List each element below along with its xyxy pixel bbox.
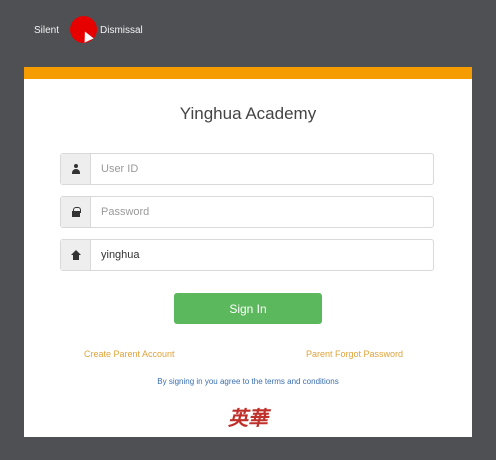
- top-bar: Silent Dismissal: [0, 0, 496, 62]
- sign-in-button[interactable]: Sign In: [174, 293, 322, 324]
- user-icon: [71, 164, 81, 174]
- school-input[interactable]: [101, 247, 421, 263]
- user-id-field: [60, 153, 434, 185]
- home-icon: [70, 250, 81, 260]
- dismissal-link[interactable]: Dismissal: [100, 25, 143, 36]
- password-input[interactable]: [101, 204, 421, 220]
- password-field: [60, 196, 434, 228]
- lock-icon: [71, 207, 81, 217]
- login-card: Yinghua Academy Sign In Create Parent Ac…: [24, 67, 472, 437]
- terms-and-conditions-link[interactable]: By signing in you agree to the terms and…: [24, 377, 472, 386]
- silent-link[interactable]: Silent: [34, 25, 59, 36]
- school-field: [60, 239, 434, 271]
- password-addon: [61, 197, 91, 227]
- card-accent-bar: [24, 67, 472, 79]
- user-id-input[interactable]: [101, 161, 421, 177]
- parent-forgot-password-link[interactable]: Parent Forgot Password: [306, 349, 403, 359]
- academy-logo: 英華: [228, 406, 268, 430]
- page-title: Yinghua Academy: [179, 104, 317, 123]
- create-parent-account-link[interactable]: Create Parent Account: [84, 349, 175, 359]
- user-id-addon: [61, 154, 91, 184]
- school-addon: [61, 240, 91, 270]
